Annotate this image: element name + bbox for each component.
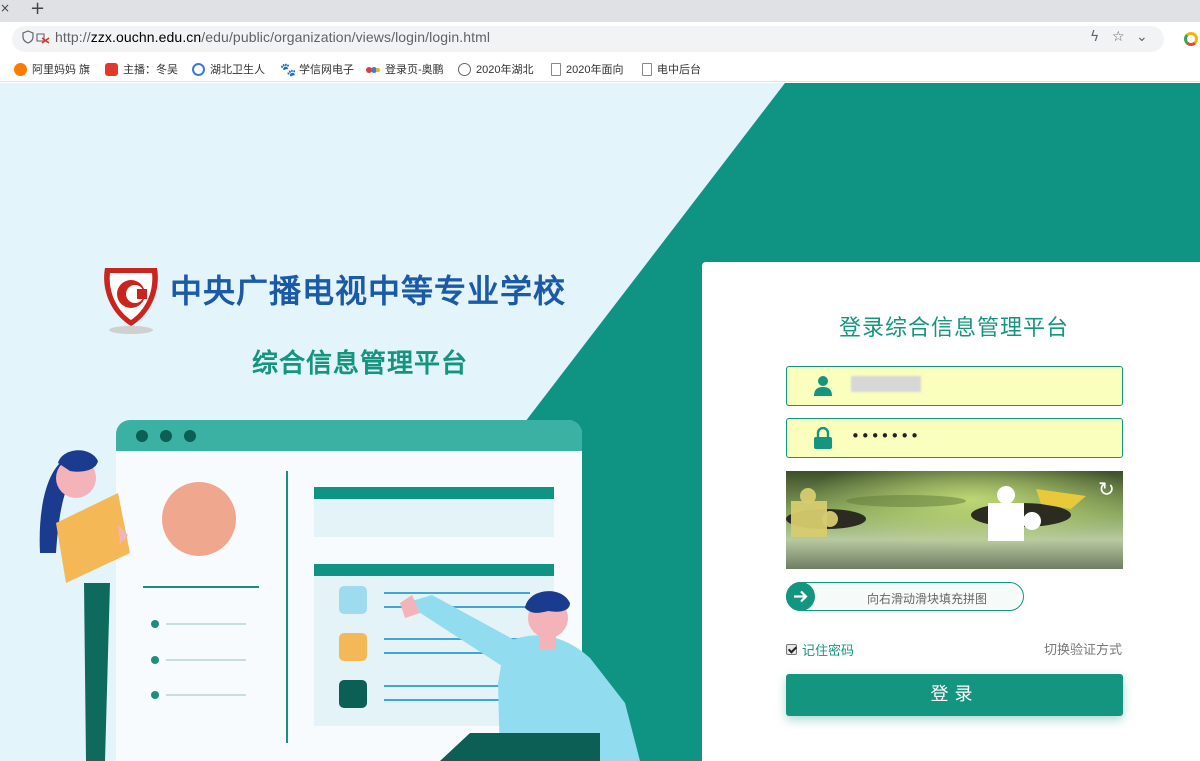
bookmark-chsi[interactable]: 🐾 学信网电子 <box>280 61 354 77</box>
bookmark-label: 电中后台 <box>657 64 701 76</box>
url-host: zzx.ouchn.edu.cn <box>90 29 202 45</box>
paw-icon: 🐾 <box>280 61 297 77</box>
bookmark-label: 2020年湖北 <box>476 64 534 76</box>
bookmarks-bar: 阿里妈妈 旗 主播：冬吴 湖北卫生人 🐾 学信网电子 登录页-奥鹏 2020年湖北… <box>0 56 1200 82</box>
lightning-icon[interactable]: ϟ <box>1090 29 1099 45</box>
remember-checkbox[interactable] <box>786 644 797 655</box>
url-path: /edu/public/organization/views/login/log… <box>201 29 491 45</box>
login-card: 登录综合信息管理平台 ••••••• ↻ 向右滑动滑块填充拼图 记住密码 切换验… <box>702 262 1200 761</box>
bookmark-alimama[interactable]: 阿里妈妈 旗 <box>14 61 90 77</box>
bookmark-label: 主播：冬吴 <box>123 64 178 76</box>
slider-handle[interactable] <box>786 582 815 611</box>
refresh-icon[interactable]: ↻ <box>1098 477 1115 501</box>
login-page: 中央广播电视中等专业学校 综合信息管理平台 登录综合信息管理平台 •••••••… <box>0 83 1200 761</box>
star-icon[interactable]: ☆ <box>1112 29 1125 45</box>
tab-close-button[interactable]: × <box>0 1 10 15</box>
bookmark-label: 登录页-奥鹏 <box>385 64 444 76</box>
bookmark-label: 学信网电子 <box>299 64 354 76</box>
password-field[interactable]: ••••••• <box>786 418 1123 458</box>
user-icon <box>814 376 832 396</box>
shield-icon[interactable] <box>22 30 50 44</box>
username-field[interactable] <box>786 366 1123 406</box>
username-value-blurred <box>851 376 921 392</box>
badge-icon <box>458 62 471 76</box>
password-value: ••••••• <box>851 427 920 445</box>
browser-tab-bar: × + <box>0 0 1200 22</box>
page-icon <box>551 62 561 76</box>
login-title: 登录综合信息管理平台 <box>838 316 1069 341</box>
slider-hint: 向右滑动滑块填充拼图 <box>867 592 988 606</box>
bookmark-label: 2020年面向 <box>566 64 624 76</box>
page-icon <box>642 62 652 76</box>
bookmark-label: 湖北卫生人 <box>210 64 265 76</box>
new-tab-button[interactable]: + <box>30 0 45 19</box>
remember-label: 记住密码 <box>802 644 855 659</box>
hubei-health-icon <box>192 62 205 76</box>
bookmark-2020-mianxiang[interactable]: 2020年面向 <box>551 61 623 77</box>
ting-icon <box>105 62 118 76</box>
aopeng-icon <box>366 63 380 76</box>
switch-verify-link[interactable]: 切换验证方式 <box>1044 639 1122 658</box>
bookmark-label: 阿里妈妈 旗 <box>32 64 91 76</box>
extension-icon[interactable] <box>1184 32 1198 46</box>
bookmark-2020-hubei[interactable]: 2020年湖北 <box>458 61 533 77</box>
captcha-slider[interactable]: 向右滑动滑块填充拼图 <box>786 582 1024 611</box>
captcha-image: ↻ <box>786 471 1123 569</box>
chevron-down-icon[interactable]: ⌄ <box>1136 29 1148 45</box>
login-button[interactable]: 登录 <box>786 674 1123 716</box>
remember-password[interactable]: 记住密码 <box>786 640 854 659</box>
bookmark-zhubo[interactable]: 主播：冬吴 <box>105 61 178 77</box>
alimama-icon <box>14 62 27 76</box>
bookmark-aopeng[interactable]: 登录页-奥鹏 <box>366 61 444 77</box>
captcha-picture <box>786 471 1123 569</box>
arrow-right-icon <box>794 590 808 603</box>
bookmark-dianzhong[interactable]: 电中后台 <box>642 61 701 77</box>
url-text[interactable]: http://zzx.ouchn.edu.cn/edu/public/organ… <box>55 29 490 45</box>
decorative-illustration <box>39 420 640 761</box>
url-prefix: http:// <box>55 29 91 45</box>
bookmark-hubei-health[interactable]: 湖北卫生人 <box>192 61 265 77</box>
lock-icon <box>814 427 832 449</box>
